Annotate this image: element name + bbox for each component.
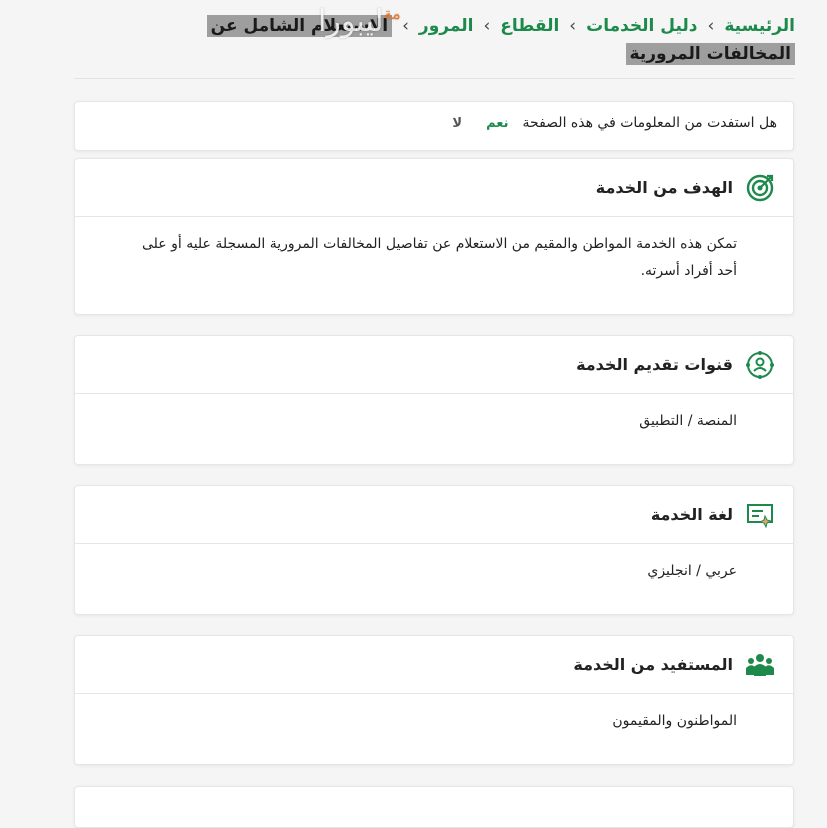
section-card-partial [74,786,794,828]
section-title: لغة الخدمة [650,505,733,524]
target-icon [745,173,775,203]
breadcrumb-home[interactable]: الرئيسية [724,16,795,36]
watermark-text: ليبورا [318,4,384,39]
section-body: تمكن هذه الخدمة المواطن والمقيم من الاست… [141,236,737,279]
divider [74,78,794,79]
feedback-question: هل استفدت من المعلومات في هذه الصفحة [522,115,777,131]
section-header: قنوات تقديم الخدمة [75,336,793,394]
watermark-suffix: مة [383,4,401,23]
section-header: الهدف من الخدمة [75,159,793,217]
feedback-no-button[interactable]: لا [452,116,462,131]
watermark-logo: مةليبورا [318,4,401,39]
section-card-language: لغة الخدمة عربي / انجليزي [74,485,794,615]
feedback-card: هل استفدت من المعلومات في هذه الصفحة نعم… [74,101,794,151]
breadcrumb: الرئيسية›دليل الخدمات›القطاع›المرور›الاس… [129,12,795,68]
section-title: قنوات تقديم الخدمة [576,355,733,374]
section-body: عربي / انجليزي [647,563,737,579]
section-header: لغة الخدمة [75,486,793,544]
breadcrumb-services[interactable]: دليل الخدمات [586,16,697,36]
breadcrumb-sector[interactable]: القطاع [500,16,559,36]
section-header: المستفيد من الخدمة [75,636,793,694]
channels-icon [745,350,775,380]
beneficiaries-icon [745,650,775,680]
breadcrumb-separator: › [402,16,409,36]
breadcrumb-separator: › [707,16,715,36]
section-card-channels: قنوات تقديم الخدمة المنصة / التطبيق [74,335,794,465]
feedback-yes-button[interactable]: نعم [486,116,508,131]
breadcrumb-separator: › [569,16,577,36]
section-body: المواطنون والمقيمون [612,713,737,729]
section-card-beneficiaries: المستفيد من الخدمة المواطنون والمقيمون [74,635,794,765]
section-title: الهدف من الخدمة [595,178,733,197]
language-icon [745,500,775,530]
section-card-goal: الهدف من الخدمة تمكن هذه الخدمة المواطن … [74,158,794,315]
section-body: المنصة / التطبيق [639,413,737,429]
breadcrumb-separator: › [483,16,491,36]
section-title: المستفيد من الخدمة [573,655,733,674]
breadcrumb-traffic[interactable]: المرور [419,16,474,36]
